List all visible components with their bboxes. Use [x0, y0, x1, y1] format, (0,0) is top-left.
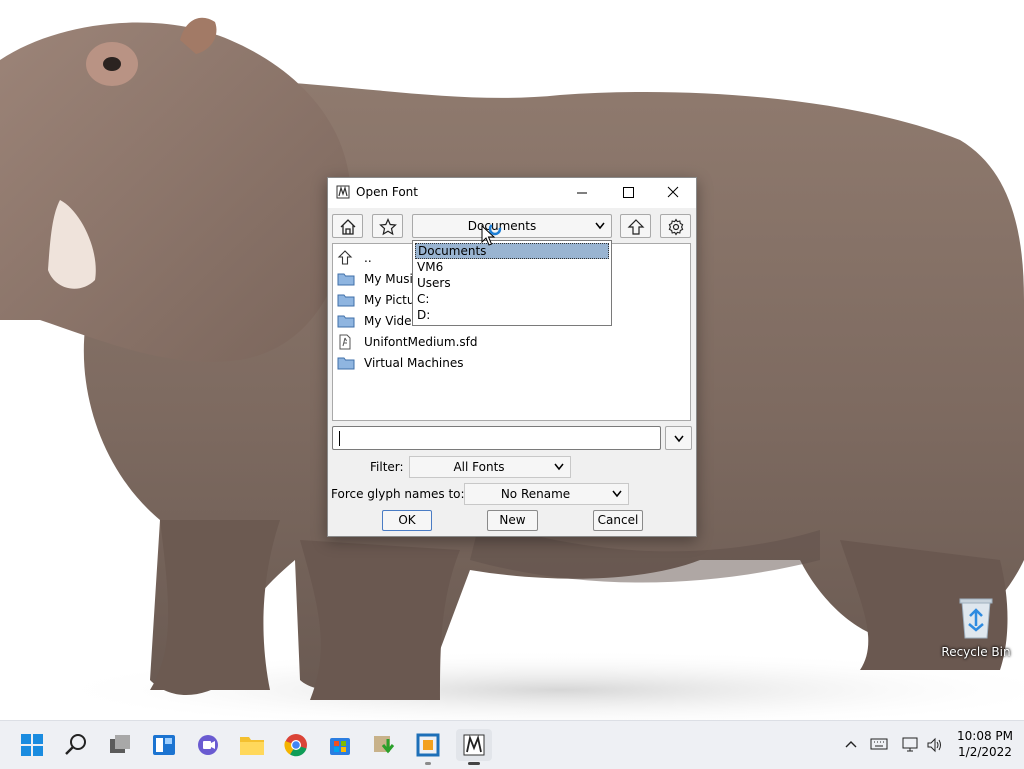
dropdown-option-vm6[interactable]: VM6 [415, 259, 609, 275]
file-explorer-button[interactable] [236, 729, 268, 761]
mouse-cursor [481, 222, 502, 246]
parent-directory-button[interactable] [620, 214, 651, 238]
folder-icon [337, 273, 355, 286]
taskbar: 10:08 PM 1/2/2022 [0, 720, 1024, 769]
glyph-names-combobox[interactable]: No Rename [464, 483, 629, 505]
volume-icon[interactable] [926, 737, 944, 753]
path-combobox[interactable]: Documents [412, 214, 612, 238]
home-button[interactable] [332, 214, 363, 238]
chevron-down-icon [595, 222, 605, 230]
downloader-button[interactable] [368, 729, 400, 761]
task-view-icon [110, 735, 130, 753]
up-arrow-icon [627, 219, 645, 235]
folder-icon [240, 737, 264, 755]
windows-logo-icon [21, 734, 43, 756]
minimize-button[interactable] [559, 178, 605, 208]
keyboard-icon[interactable] [870, 737, 888, 751]
task-view-button[interactable] [104, 729, 136, 761]
download-icon [374, 736, 395, 754]
fontforge-icon [463, 734, 485, 756]
virtualbox-button[interactable] [412, 729, 444, 765]
dropdown-option-c-drive[interactable]: C: [415, 291, 609, 307]
minimize-icon [577, 192, 587, 194]
network-icon[interactable] [902, 737, 920, 753]
ok-button-label: OK [398, 513, 416, 527]
chrome-icon [284, 734, 307, 757]
recycle-bin-label: Recycle Bin [941, 645, 1011, 659]
filename-history-button[interactable] [665, 426, 692, 450]
glyph-names-label: Force glyph names to: [331, 487, 465, 501]
chevron-down-icon [554, 463, 564, 471]
folder-icon [337, 315, 355, 328]
chevron-down-icon [674, 435, 684, 443]
active-indicator [468, 762, 480, 765]
system-clock[interactable]: 10:08 PM 1/2/2022 [950, 728, 1020, 760]
store-button[interactable] [324, 729, 356, 761]
recycle-bin[interactable]: Recycle Bin [940, 596, 1012, 659]
gear-icon [668, 218, 684, 236]
font-file-icon [339, 334, 351, 350]
filename-input[interactable] [332, 426, 661, 450]
chevron-down-icon [612, 490, 622, 498]
dropdown-option-users[interactable]: Users [415, 275, 609, 291]
list-item-label: UnifontMedium.sfd [364, 335, 478, 349]
widgets-icon [153, 735, 175, 755]
folder-icon [337, 294, 355, 307]
open-font-dialog: Open Font Documents .. My Music My Pictu… [327, 177, 697, 537]
chat-icon [198, 735, 218, 755]
store-icon [330, 738, 350, 755]
virtualbox-icon [416, 733, 440, 757]
running-indicator [425, 762, 431, 765]
cancel-button[interactable]: Cancel [593, 510, 643, 531]
maximize-button[interactable] [605, 178, 651, 208]
close-icon [667, 186, 679, 198]
chat-button[interactable] [192, 729, 224, 761]
widgets-button[interactable] [148, 729, 180, 761]
dropdown-option-documents[interactable]: Documents [415, 243, 609, 259]
dropdown-option-d-drive[interactable]: D: [415, 307, 609, 323]
chrome-button[interactable] [280, 729, 312, 761]
bookmarks-button[interactable] [372, 214, 403, 238]
folder-icon [337, 357, 355, 370]
star-icon [379, 218, 397, 236]
start-button[interactable] [16, 729, 48, 761]
new-button-label: New [499, 513, 526, 527]
clock-time: 10:08 PM [957, 729, 1013, 743]
fontforge-button[interactable] [456, 729, 492, 765]
filter-combobox-value: All Fonts [453, 460, 505, 474]
dialog-title-bar[interactable]: Open Font [328, 178, 696, 208]
dialog-title: Open Font [356, 185, 418, 199]
path-dropdown-list: Documents VM6 Users C: D: [412, 240, 612, 326]
search-button[interactable] [60, 729, 92, 761]
new-button[interactable]: New [487, 510, 538, 531]
filter-combobox[interactable]: All Fonts [409, 456, 571, 478]
up-arrow-icon [337, 250, 353, 265]
maximize-icon [623, 187, 634, 198]
close-button[interactable] [650, 178, 696, 208]
list-item-label: .. [364, 251, 372, 265]
search-icon [65, 734, 86, 755]
clock-date: 1/2/2022 [958, 745, 1012, 759]
filter-label: Filter: [370, 460, 404, 474]
chevron-up-icon[interactable] [844, 737, 858, 751]
settings-button[interactable] [660, 214, 691, 238]
fontforge-app-icon [336, 185, 350, 199]
text-caret [339, 431, 340, 446]
list-item-label: Virtual Machines [364, 356, 464, 370]
recycle-bin-icon [959, 598, 993, 639]
ok-button[interactable]: OK [382, 510, 432, 531]
cancel-button-label: Cancel [597, 513, 639, 527]
home-icon [340, 219, 356, 235]
glyph-names-combobox-value: No Rename [500, 487, 571, 501]
